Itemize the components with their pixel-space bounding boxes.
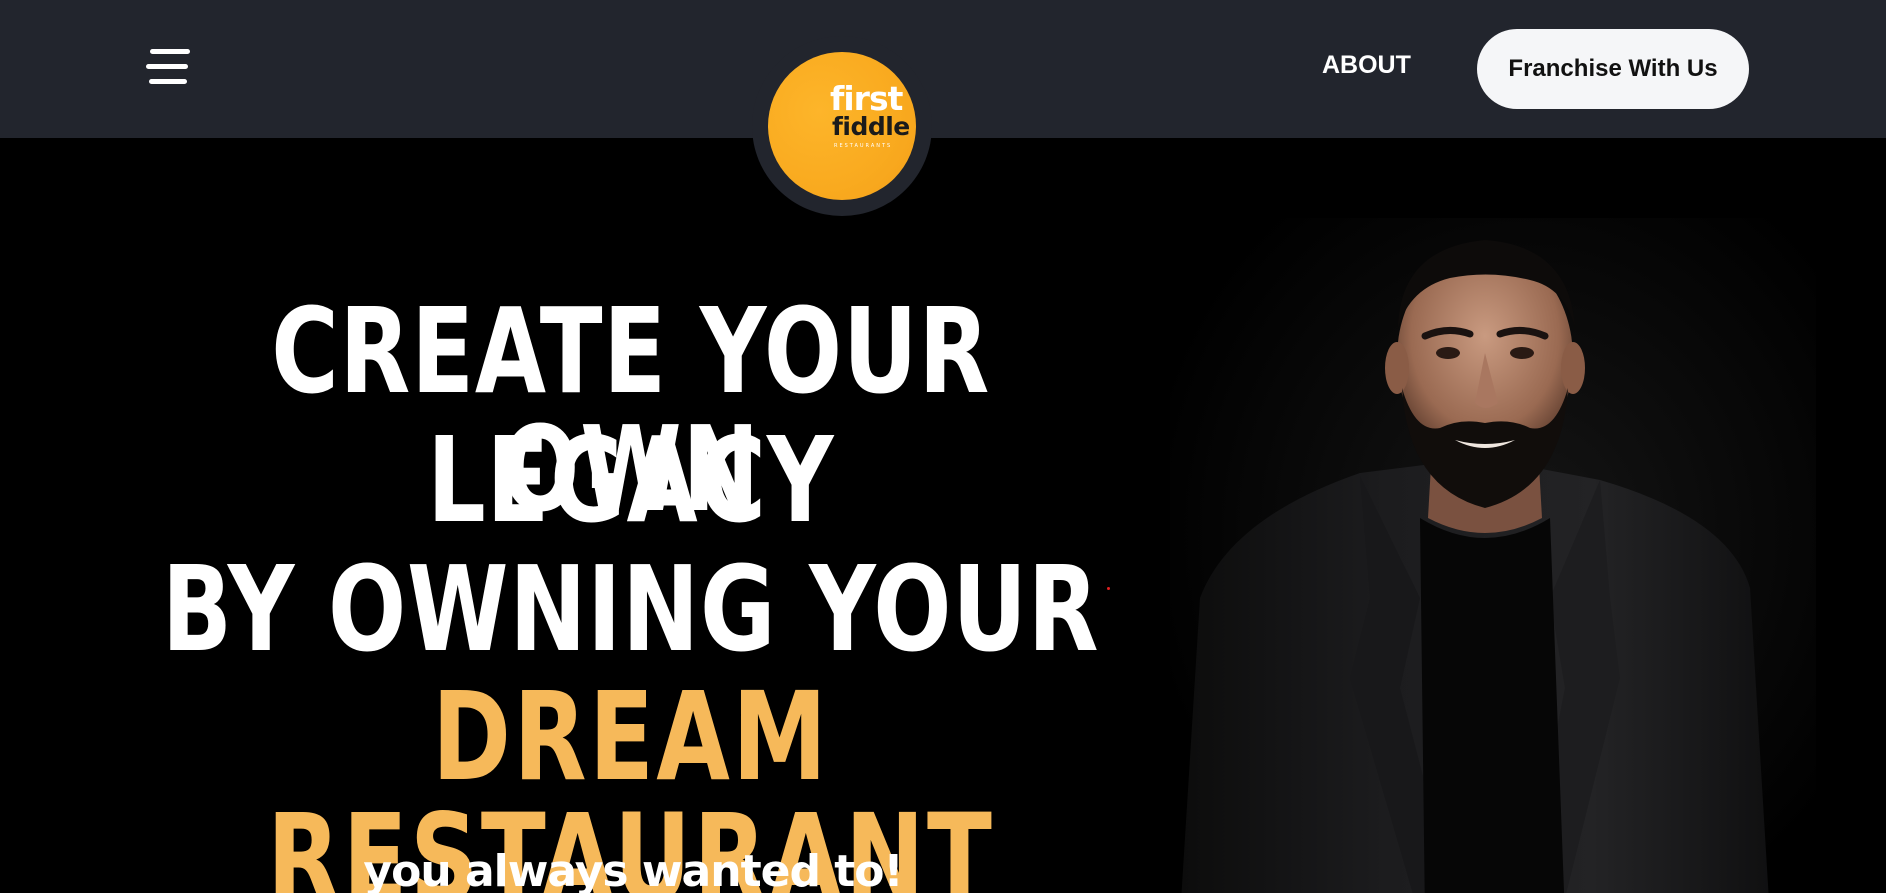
founder-portrait-image (1170, 218, 1816, 893)
headline-line-3: BY OWNING YOUR (161, 540, 1100, 678)
menu-line (149, 79, 187, 84)
franchise-with-us-button[interactable]: Franchise With Us (1477, 29, 1749, 109)
logo-text-fiddle: fiddle (832, 112, 910, 141)
nav-about-link[interactable]: ABOUT (1322, 50, 1411, 80)
menu-line (146, 64, 188, 69)
logo-text-first: first (830, 79, 903, 118)
hero-subline: you always wanted to! (363, 846, 903, 893)
red-dot-marker (1107, 587, 1110, 590)
headline-line-2: LEGACY (427, 411, 835, 549)
menu-line (150, 49, 190, 54)
hero-section: CREATE YOUR OWN LEGACY BY OWNING YOUR DR… (0, 138, 1886, 893)
logo-tagline: RESTAURANTS (834, 143, 893, 149)
site-header: ABOUT Franchise With Us (0, 0, 1886, 138)
first-fiddle-logo[interactable]: first fiddle RESTAURANTS (768, 52, 916, 200)
hamburger-menu-icon[interactable] (146, 48, 192, 86)
